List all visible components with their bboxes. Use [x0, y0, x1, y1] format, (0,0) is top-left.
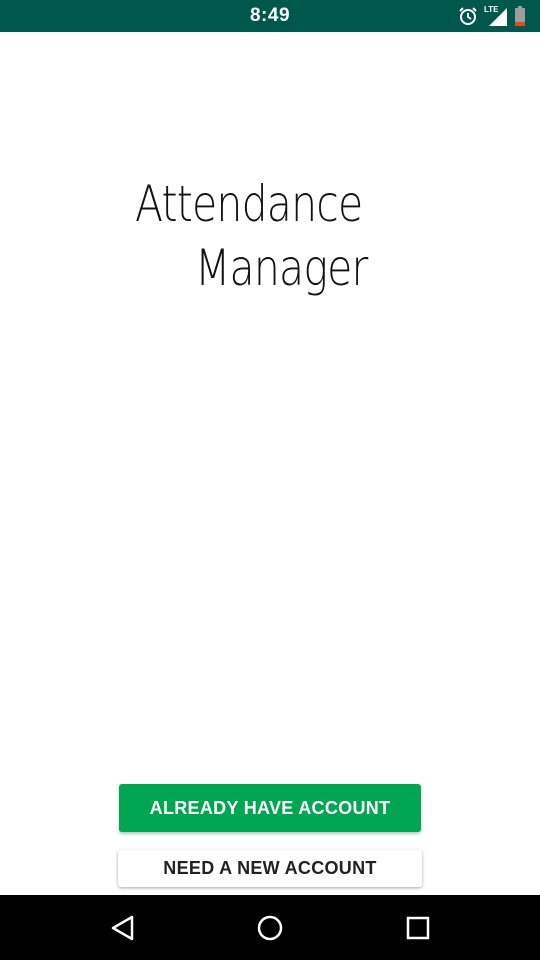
app-title-line2: Manager: [195, 239, 368, 297]
status-bar: 8:49 LTE: [0, 0, 540, 32]
recents-icon: [406, 916, 430, 939]
already-have-account-button[interactable]: ALREADY HAVE ACCOUNT: [119, 784, 421, 832]
home-icon: [257, 915, 283, 940]
status-icons: LTE: [458, 0, 526, 32]
home-button[interactable]: [230, 895, 310, 960]
need-new-account-button[interactable]: NEED A NEW ACCOUNT: [118, 850, 422, 887]
recents-button[interactable]: [378, 895, 458, 960]
back-icon: [111, 915, 134, 940]
app-screen: 8:49 LTE Attendance Manager ALREADY HAVE…: [0, 0, 540, 960]
back-button[interactable]: [83, 895, 163, 960]
app-title-line1: Attendance: [135, 175, 363, 233]
alarm-icon: [458, 6, 478, 26]
lte-signal-icon: LTE: [484, 5, 508, 27]
battery-icon: [514, 6, 526, 26]
navigation-bar: [0, 895, 540, 960]
